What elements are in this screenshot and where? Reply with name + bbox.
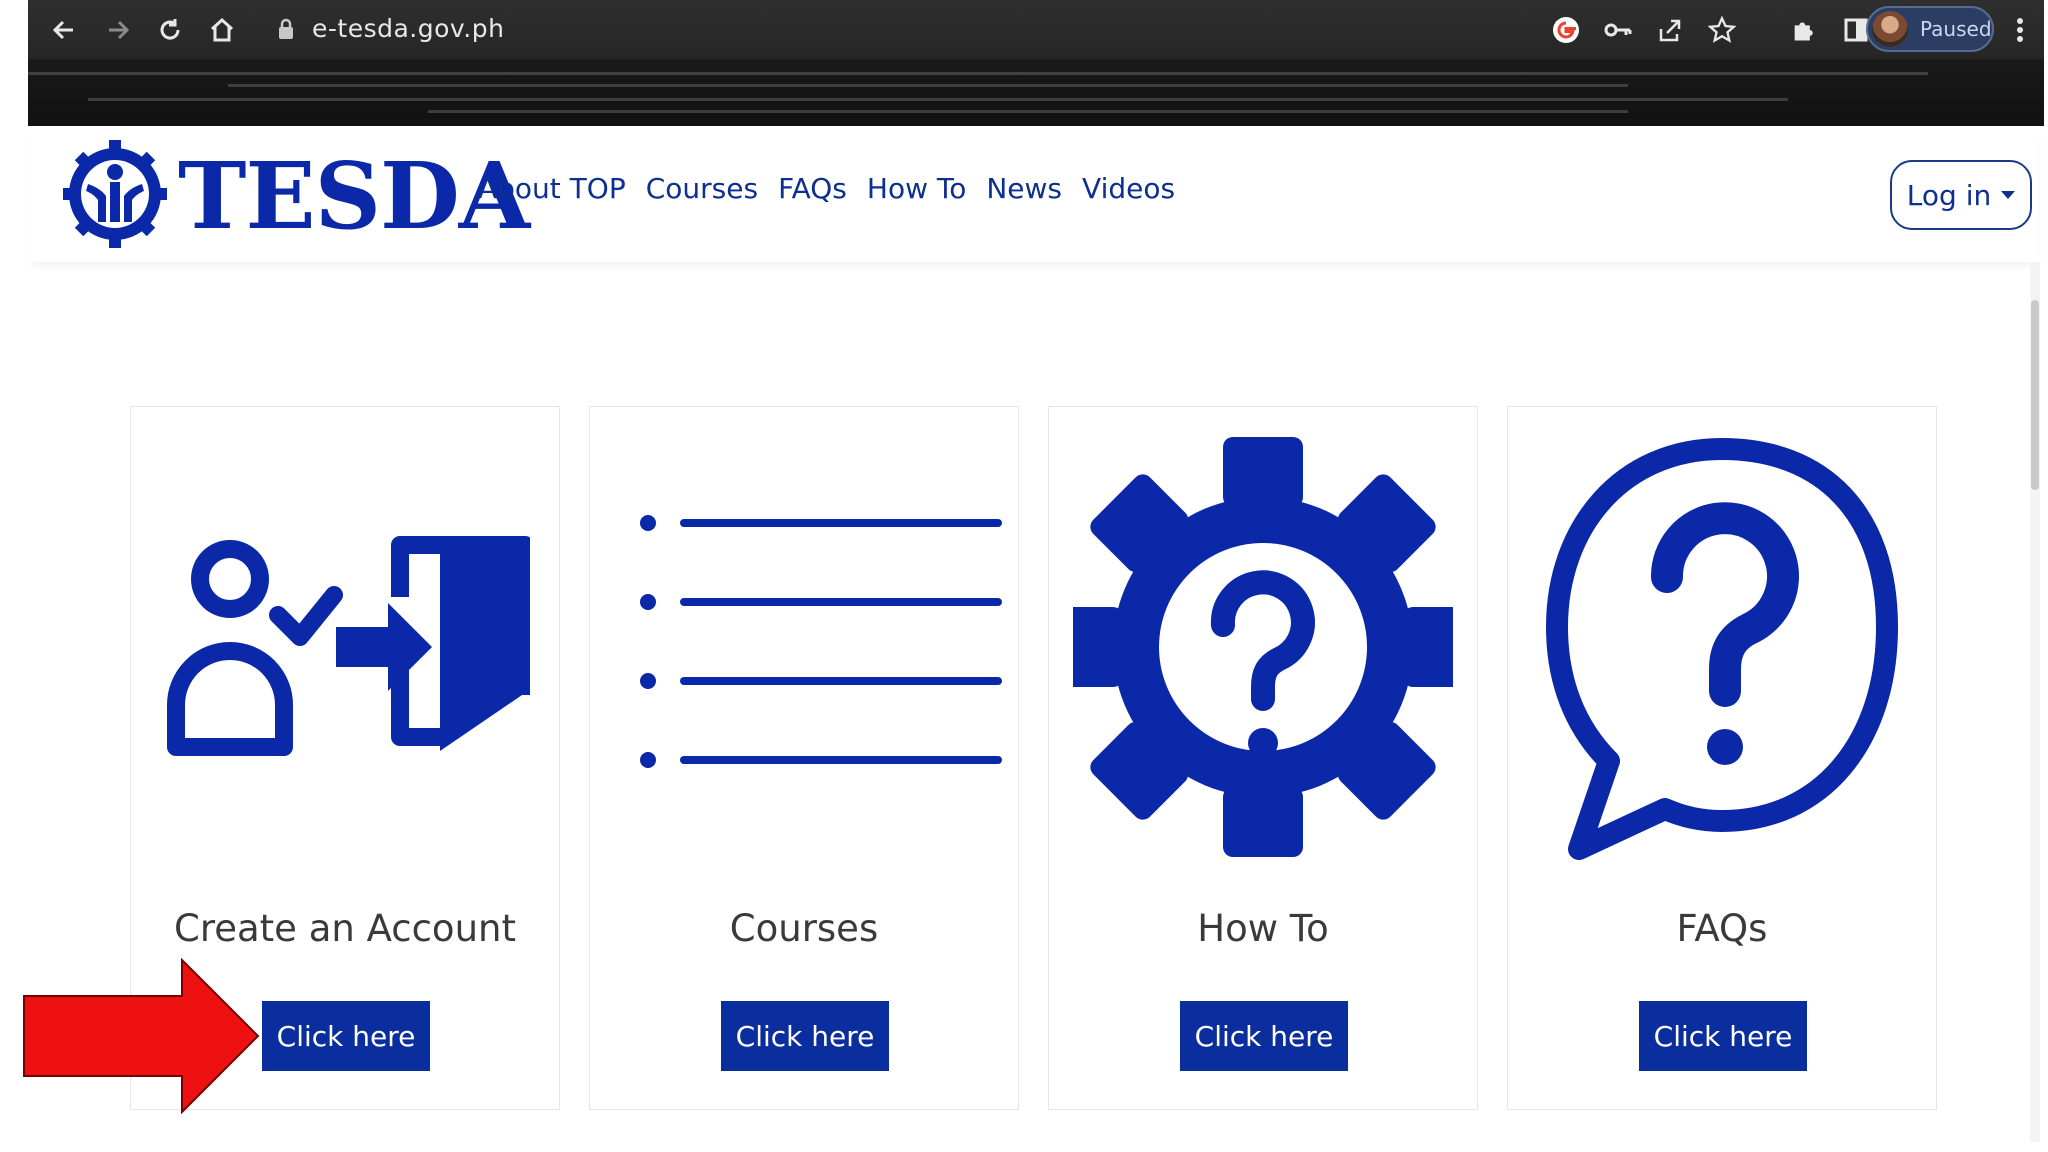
nav-how-to[interactable]: How To	[867, 172, 966, 205]
browser-toolbar: e-tesda.gov.ph Paused	[28, 0, 2044, 126]
nav-courses[interactable]: Courses	[646, 172, 758, 205]
list-icon	[640, 515, 1002, 768]
red-annotation-arrow-icon	[23, 958, 260, 1114]
card-title: FAQs	[1676, 907, 1768, 950]
speech-question-icon	[1546, 438, 1898, 860]
card-title: Courses	[729, 907, 879, 950]
create-account-icon	[167, 536, 530, 756]
google-icon[interactable]	[1546, 10, 1586, 50]
profile-chip[interactable]: Paused	[1866, 6, 1994, 52]
how-to-click-here-button[interactable]: Click here	[1180, 1001, 1348, 1071]
card-title: Create an Account	[174, 907, 516, 950]
tesda-seal-icon[interactable]	[60, 130, 170, 258]
caret-down-icon	[2001, 191, 2016, 199]
address-bar[interactable]: e-tesda.gov.ph	[312, 14, 504, 43]
profile-status: Paused	[1920, 17, 1992, 41]
key-icon[interactable]	[1598, 10, 1638, 50]
scrollbar-thumb[interactable]	[2031, 300, 2039, 490]
login-dropdown-button[interactable]: Log in	[1890, 160, 2032, 230]
avatar	[1872, 11, 1908, 47]
gear-question-icon	[1073, 437, 1453, 857]
puzzle-icon[interactable]	[1784, 10, 1824, 50]
star-icon[interactable]	[1702, 10, 1742, 50]
faqs-click-here-button[interactable]: Click here	[1639, 1001, 1807, 1071]
nav-news[interactable]: News	[986, 172, 1062, 205]
home-icon[interactable]	[202, 10, 242, 50]
card-courses: Courses Click here	[589, 406, 1019, 1110]
nav-about-top[interactable]: About TOP	[478, 172, 626, 205]
card-how-to: How To Click here	[1048, 406, 1478, 1110]
kebab-menu-icon[interactable]	[2000, 10, 2040, 50]
site-header: TESDA About TOP Courses FAQs How To News…	[28, 126, 2038, 262]
create-account-click-here-button[interactable]: Click here	[262, 1001, 430, 1071]
main-nav: About TOP Courses FAQs How To News Video…	[478, 172, 1175, 205]
courses-click-here-button[interactable]: Click here	[721, 1001, 889, 1071]
back-arrow-icon[interactable]	[44, 10, 84, 50]
share-icon[interactable]	[1650, 10, 1690, 50]
login-label: Log in	[1906, 178, 1992, 212]
site-logo-text[interactable]: TESDA	[178, 142, 530, 250]
nav-faqs[interactable]: FAQs	[778, 172, 847, 205]
card-faqs: FAQs Click here	[1507, 406, 1937, 1110]
forward-arrow-icon[interactable]	[98, 10, 138, 50]
lock-icon[interactable]	[278, 18, 294, 44]
reload-icon[interactable]	[150, 10, 190, 50]
card-title: How To	[1197, 907, 1329, 950]
nav-videos[interactable]: Videos	[1082, 172, 1175, 205]
